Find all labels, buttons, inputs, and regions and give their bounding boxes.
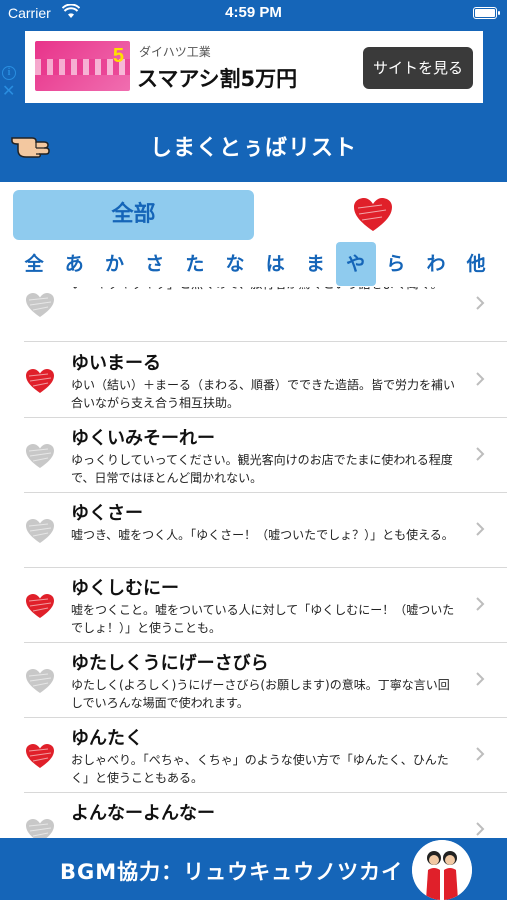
chevron-right-icon	[476, 522, 485, 536]
list-item[interactable]: ゆくいみそーれーゆっくりしていってください。観光客向けのお店でたまに使われる程度…	[0, 418, 507, 493]
kana-tab[interactable]: わ	[416, 242, 456, 286]
list-item[interactable]: ゆたしくうにげーさびらゆたしく(よろしく)うにげーさびら(お願します)の意味。丁…	[0, 643, 507, 718]
list-item[interactable]: ゆんたくおしゃべり。「ぺちゃ、くちゃ」のような使い方で「ゆんたく、ひんたく」と使…	[0, 718, 507, 793]
chevron-right-icon	[476, 597, 485, 611]
chevron-right-icon	[476, 372, 485, 386]
bgm-credit: BGM協力：リュウキュウノツカイ	[60, 860, 404, 884]
chevron-right-icon	[476, 822, 485, 836]
clock: 4:59 PM	[225, 4, 282, 21]
word-title: ゆくいみそーれー	[71, 428, 215, 449]
filter-bar: 全部 全あかさたなはまやらわ他	[0, 182, 507, 287]
battery-icon	[473, 7, 500, 19]
heart-outline-icon[interactable]	[24, 667, 56, 695]
heart-icon[interactable]	[352, 196, 394, 234]
ad-banner[interactable]: 5 ダイハツ工業 スマアシ割5万円 サイトを見る i ✕	[0, 28, 507, 106]
chevron-right-icon	[476, 672, 485, 686]
ad-visit-button[interactable]: サイトを見る	[363, 47, 473, 89]
ad-sponsor: ダイハツ工業	[139, 45, 211, 59]
tab-all[interactable]: 全部	[13, 190, 254, 240]
kana-index: 全あかさたなはまやらわ他	[14, 242, 497, 286]
nav-bar: しまくとぅばリスト	[0, 106, 507, 182]
kana-tab[interactable]: ま	[295, 242, 335, 286]
ad-image[interactable]: 5	[35, 41, 130, 91]
word-list: い「キッキッキッ」と無くので、旅行者が驚くという話をよく聞く。ゆいまーるゆい（結…	[0, 287, 507, 838]
page-title: しまくとぅばリスト	[149, 136, 357, 161]
heart-outline-icon[interactable]	[24, 291, 56, 319]
heart-outline-icon[interactable]	[24, 817, 56, 838]
kana-tab[interactable]: 他	[456, 242, 496, 286]
chevron-right-icon	[476, 296, 485, 310]
ad-info-icon[interactable]: i	[2, 66, 16, 80]
kana-tab[interactable]: は	[255, 242, 295, 286]
word-description: ゆたしく(よろしく)うにげーさびら(お願します)の意味。丁寧な言い回しでいろんな…	[71, 678, 450, 710]
word-title: ゆくしむにー	[71, 578, 179, 599]
heart-outline-icon[interactable]	[24, 517, 56, 545]
heart-filled-icon[interactable]	[24, 592, 56, 620]
ad-title[interactable]: スマアシ割5万円	[137, 63, 297, 93]
kana-tab[interactable]: た	[175, 242, 215, 286]
kana-tab[interactable]: や	[335, 242, 376, 286]
list-item[interactable]: ゆくしむにー嘘をつくこと。嘘をついている人に対して「ゆくしむにー！（嘘ついたでし…	[0, 568, 507, 643]
word-description: 嘘つき、嘘をつく人。「ゆくさー！（嘘ついたでしょ？）」とも使える。	[71, 528, 454, 542]
footer: BGM協力：リュウキュウノツカイ	[0, 838, 507, 900]
word-description: おしゃべり。「ぺちゃ、くちゃ」のような使い方で「ゆんたく、ひんたく」と使うことも…	[71, 753, 449, 785]
kana-tab[interactable]: な	[215, 242, 255, 286]
heart-outline-icon[interactable]	[24, 442, 56, 470]
word-title: ゆんたく	[71, 728, 143, 749]
list-item[interactable]: ゆいまーるゆい（結い）＋まーる（まわる、順番）でできた造語。皆で労力を補い合いな…	[0, 343, 507, 418]
word-description: い「キッキッキッ」と無くので、旅行者が驚くという話をよく聞く。	[71, 287, 461, 293]
kana-tab[interactable]: か	[94, 242, 134, 286]
kana-tab[interactable]: 全	[14, 242, 54, 286]
ad-close-icon[interactable]: ✕	[2, 83, 15, 99]
avatar[interactable]	[412, 840, 472, 900]
kana-tab[interactable]: あ	[54, 242, 94, 286]
word-description: ゆい（結い）＋まーる（まわる、順番）でできた造語。皆で労力を補い合いながら支え合…	[71, 378, 456, 410]
list-item[interactable]: ゆくさー嘘つき、嘘をつく人。「ゆくさー！（嘘ついたでしょ？）」とも使える。	[0, 493, 507, 568]
chevron-right-icon	[476, 747, 485, 761]
list-item[interactable]: よんなーよんなー	[0, 793, 507, 838]
status-bar: Carrier 4:59 PM	[0, 0, 507, 28]
kana-tab[interactable]: ら	[376, 242, 416, 286]
ad-content[interactable]: 5 ダイハツ工業 スマアシ割5万円 サイトを見る	[25, 31, 483, 103]
word-description: ゆっくりしていってください。観光客向けのお店でたまに使われる程度で、日常ではほと…	[71, 453, 453, 485]
row-divider	[24, 341, 507, 342]
chevron-right-icon	[476, 447, 485, 461]
kana-tab[interactable]: さ	[135, 242, 175, 286]
word-title: ゆいまーる	[71, 353, 161, 374]
word-title: ゆたしくうにげーさびら	[71, 653, 269, 674]
word-description: 嘘をつくこと。嘘をついている人に対して「ゆくしむにー！（嘘ついたでしょ！）」と使…	[71, 603, 455, 635]
word-title: よんなーよんなー	[71, 803, 215, 824]
heart-filled-icon[interactable]	[24, 742, 56, 770]
heart-filled-icon[interactable]	[24, 367, 56, 395]
word-title: ゆくさー	[71, 503, 143, 524]
list-item[interactable]: い「キッキッキッ」と無くので、旅行者が驚くという話をよく聞く。	[0, 287, 507, 342]
